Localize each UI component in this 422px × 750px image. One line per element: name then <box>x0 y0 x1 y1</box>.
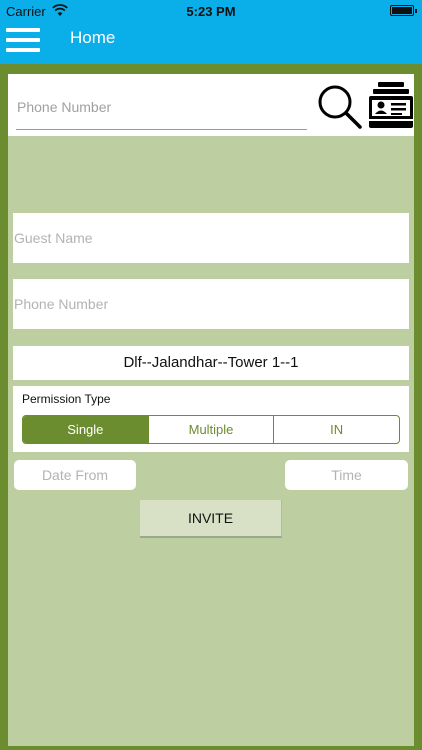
battery-icon <box>390 5 417 16</box>
segment-multiple[interactable]: Multiple <box>147 416 274 443</box>
hamburger-menu-icon[interactable] <box>6 26 40 54</box>
segment-in[interactable]: IN <box>273 416 399 443</box>
permission-segmented-control: Single Multiple IN <box>22 415 400 444</box>
permission-type-panel: Permission Type Single Multiple IN <box>13 386 409 452</box>
main-panel: Dlf--Jalandhar--Tower 1--1 Permission Ty… <box>8 74 414 746</box>
clock: 5:23 PM <box>186 4 236 19</box>
search-panel <box>8 74 414 136</box>
page-title: Home <box>70 28 116 47</box>
guest-phone-input[interactable] <box>13 279 409 329</box>
nav-bar: Home <box>0 22 422 64</box>
status-bar: Carrier 5:23 PM <box>0 0 422 22</box>
invite-button[interactable]: INVITE <box>140 500 282 538</box>
search-phone-input[interactable] <box>16 84 307 130</box>
time-button[interactable]: Time <box>285 460 408 490</box>
segment-single[interactable]: Single <box>23 416 148 443</box>
magnifier-icon[interactable] <box>315 82 363 130</box>
permission-type-label: Permission Type <box>22 392 111 406</box>
date-from-button[interactable]: Date From <box>14 460 136 490</box>
contact-card-icon[interactable] <box>368 80 414 130</box>
tower-selector[interactable]: Dlf--Jalandhar--Tower 1--1 <box>13 346 409 380</box>
guest-name-input[interactable] <box>13 213 409 263</box>
